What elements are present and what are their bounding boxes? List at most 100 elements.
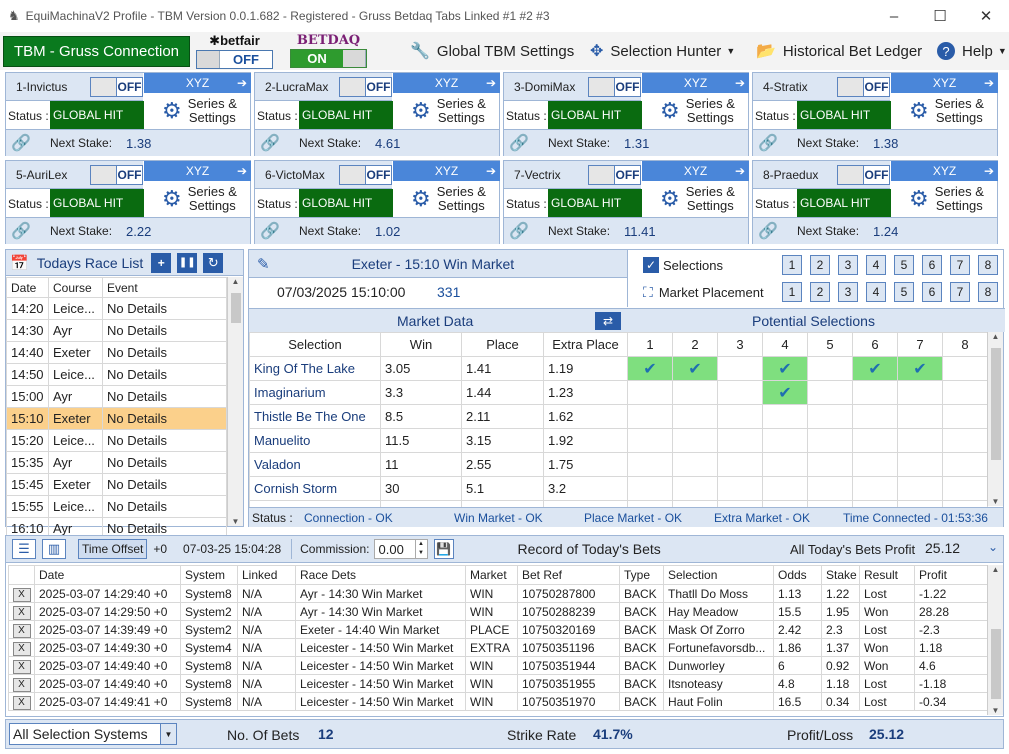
race-col-header[interactable]: Event [102,277,227,298]
series-settings-button[interactable]: ⚙ Series & Settings [144,93,251,129]
delete-bet-icon[interactable]: X [12,623,31,638]
placement-number-button[interactable]: 8 [978,282,998,302]
placement-number-button[interactable]: 1 [782,282,802,302]
xyz-button[interactable]: XYZ ➔ [642,73,749,93]
xyz-button[interactable]: XYZ ➔ [642,161,749,181]
spinner-icon[interactable]: ▲ ▼ [414,540,427,558]
race-row[interactable]: 15:35 Ayr No Details [6,451,227,474]
selection-hunter-button[interactable]: ✥ Selection Hunter ▼ [590,36,735,66]
refresh-icon[interactable]: ↻ [203,252,224,273]
placement-number-button[interactable]: 3 [838,282,858,302]
potential-cell[interactable] [852,380,898,405]
race-col-header[interactable]: Date [6,277,49,298]
series-settings-button[interactable]: ⚙ Series & Settings [393,93,500,129]
potential-cell[interactable] [717,404,763,429]
system-filter-select[interactable]: All Selection Systems ▼ [9,723,177,745]
potential-cell[interactable] [627,380,673,405]
link-icon[interactable]: 🔗 [255,221,285,241]
bets-col-header[interactable]: Date [34,565,181,585]
potential-cell[interactable] [897,476,943,501]
placement-number-button[interactable]: 4 [866,282,886,302]
placement-number-button[interactable]: 5 [894,282,914,302]
race-row[interactable]: 14:30 Ayr No Details [6,319,227,342]
xyz-button[interactable]: XYZ ➔ [393,161,500,181]
commission-input[interactable]: 0.00 ▲ ▼ [373,539,428,559]
bets-col-header[interactable]: Selection [663,565,774,585]
potential-cell[interactable] [627,476,673,501]
bets-col-header[interactable]: Market [465,565,518,585]
help-button[interactable]: ? Help ▼ [937,36,1007,66]
bets-col-header[interactable]: Odds [773,565,822,585]
xyz-button[interactable]: XYZ ➔ [144,161,251,181]
chevron-down-icon[interactable]: ⌄ [988,540,998,554]
selection-number-button[interactable]: 7 [950,255,970,275]
potential-cell[interactable]: ✔ [762,380,808,405]
potential-cell[interactable] [942,356,988,381]
race-row[interactable]: 15:55 Leice... No Details [6,495,227,518]
race-row[interactable]: 14:20 Leice... No Details [6,297,227,320]
potential-cell[interactable] [717,428,763,453]
bets-col-header[interactable]: System [180,565,238,585]
maximize-button[interactable]: ☐ [917,0,963,32]
potential-cell[interactable] [942,428,988,453]
system-toggle[interactable]: OFF [90,164,143,185]
series-settings-button[interactable]: ⚙ Series & Settings [891,93,998,129]
potential-cell[interactable] [717,356,763,381]
selections-toggle[interactable]: ✓ Selections [643,257,723,273]
potential-cell[interactable] [897,452,943,477]
selection-number-button[interactable]: 4 [866,255,886,275]
link-icon[interactable]: 🔗 [753,133,783,153]
link-icon[interactable]: 🔗 [504,133,534,153]
potential-cell[interactable] [807,356,853,381]
pause-icon[interactable]: ❚❚ [177,252,198,273]
bets-col-header[interactable]: Linked [237,565,296,585]
delete-bet-icon[interactable]: X [12,695,31,710]
bets-scrollbar[interactable]: ▲ ▼ [987,565,1003,715]
race-row[interactable]: 15:45 Exeter No Details [6,473,227,496]
potential-cell[interactable]: ✔ [852,356,898,381]
potential-cell[interactable] [807,476,853,501]
potential-cell[interactable] [717,452,763,477]
potential-cell[interactable] [897,404,943,429]
race-row[interactable]: 15:00 Ayr No Details [6,385,227,408]
delete-bet-icon[interactable]: X [12,677,31,692]
add-icon[interactable]: + [151,252,172,273]
placement-number-button[interactable]: 2 [810,282,830,302]
link-icon[interactable]: 🔗 [255,133,285,153]
potential-cell[interactable] [852,452,898,477]
series-settings-button[interactable]: ⚙ Series & Settings [642,181,749,217]
race-col-header[interactable]: Course [48,277,103,298]
selection-number-button[interactable]: 5 [894,255,914,275]
market-scrollbar[interactable]: ▲ ▼ [987,332,1003,506]
close-button[interactable]: ✕ [963,0,1009,32]
bets-col-header[interactable]: Bet Ref [517,565,620,585]
link-icon[interactable]: 🔗 [6,221,36,241]
link-icon[interactable]: 🔗 [504,221,534,241]
bets-col-header[interactable]: Type [619,565,664,585]
system-toggle[interactable]: OFF [339,76,392,97]
potential-cell[interactable] [852,428,898,453]
delete-bet-icon[interactable]: X [12,659,31,674]
xyz-button[interactable]: XYZ ➔ [891,73,998,93]
bets-col-header[interactable]: Profit [914,565,988,585]
potential-cell[interactable] [717,476,763,501]
potential-cell[interactable] [627,428,673,453]
system-toggle[interactable]: OFF [339,164,392,185]
selection-number-button[interactable]: 3 [838,255,858,275]
time-offset-button[interactable]: Time Offset [78,539,148,559]
xyz-button[interactable]: XYZ ➔ [144,73,251,93]
potential-cell[interactable] [807,380,853,405]
series-settings-button[interactable]: ⚙ Series & Settings [393,181,500,217]
potential-cell[interactable] [807,428,853,453]
potential-cell[interactable] [762,452,808,477]
potential-cell[interactable] [717,380,763,405]
potential-cell[interactable] [942,476,988,501]
chart-icon[interactable]: ▥ [42,539,66,559]
bets-col-header[interactable]: Stake [821,565,860,585]
global-settings-button[interactable]: 🔧 Global TBM Settings [410,36,574,66]
potential-cell[interactable]: ✔ [762,356,808,381]
system-toggle[interactable]: OFF [837,76,890,97]
potential-cell[interactable] [942,380,988,405]
system-toggle[interactable]: OFF [90,76,143,97]
delete-bet-icon[interactable]: X [12,587,31,602]
